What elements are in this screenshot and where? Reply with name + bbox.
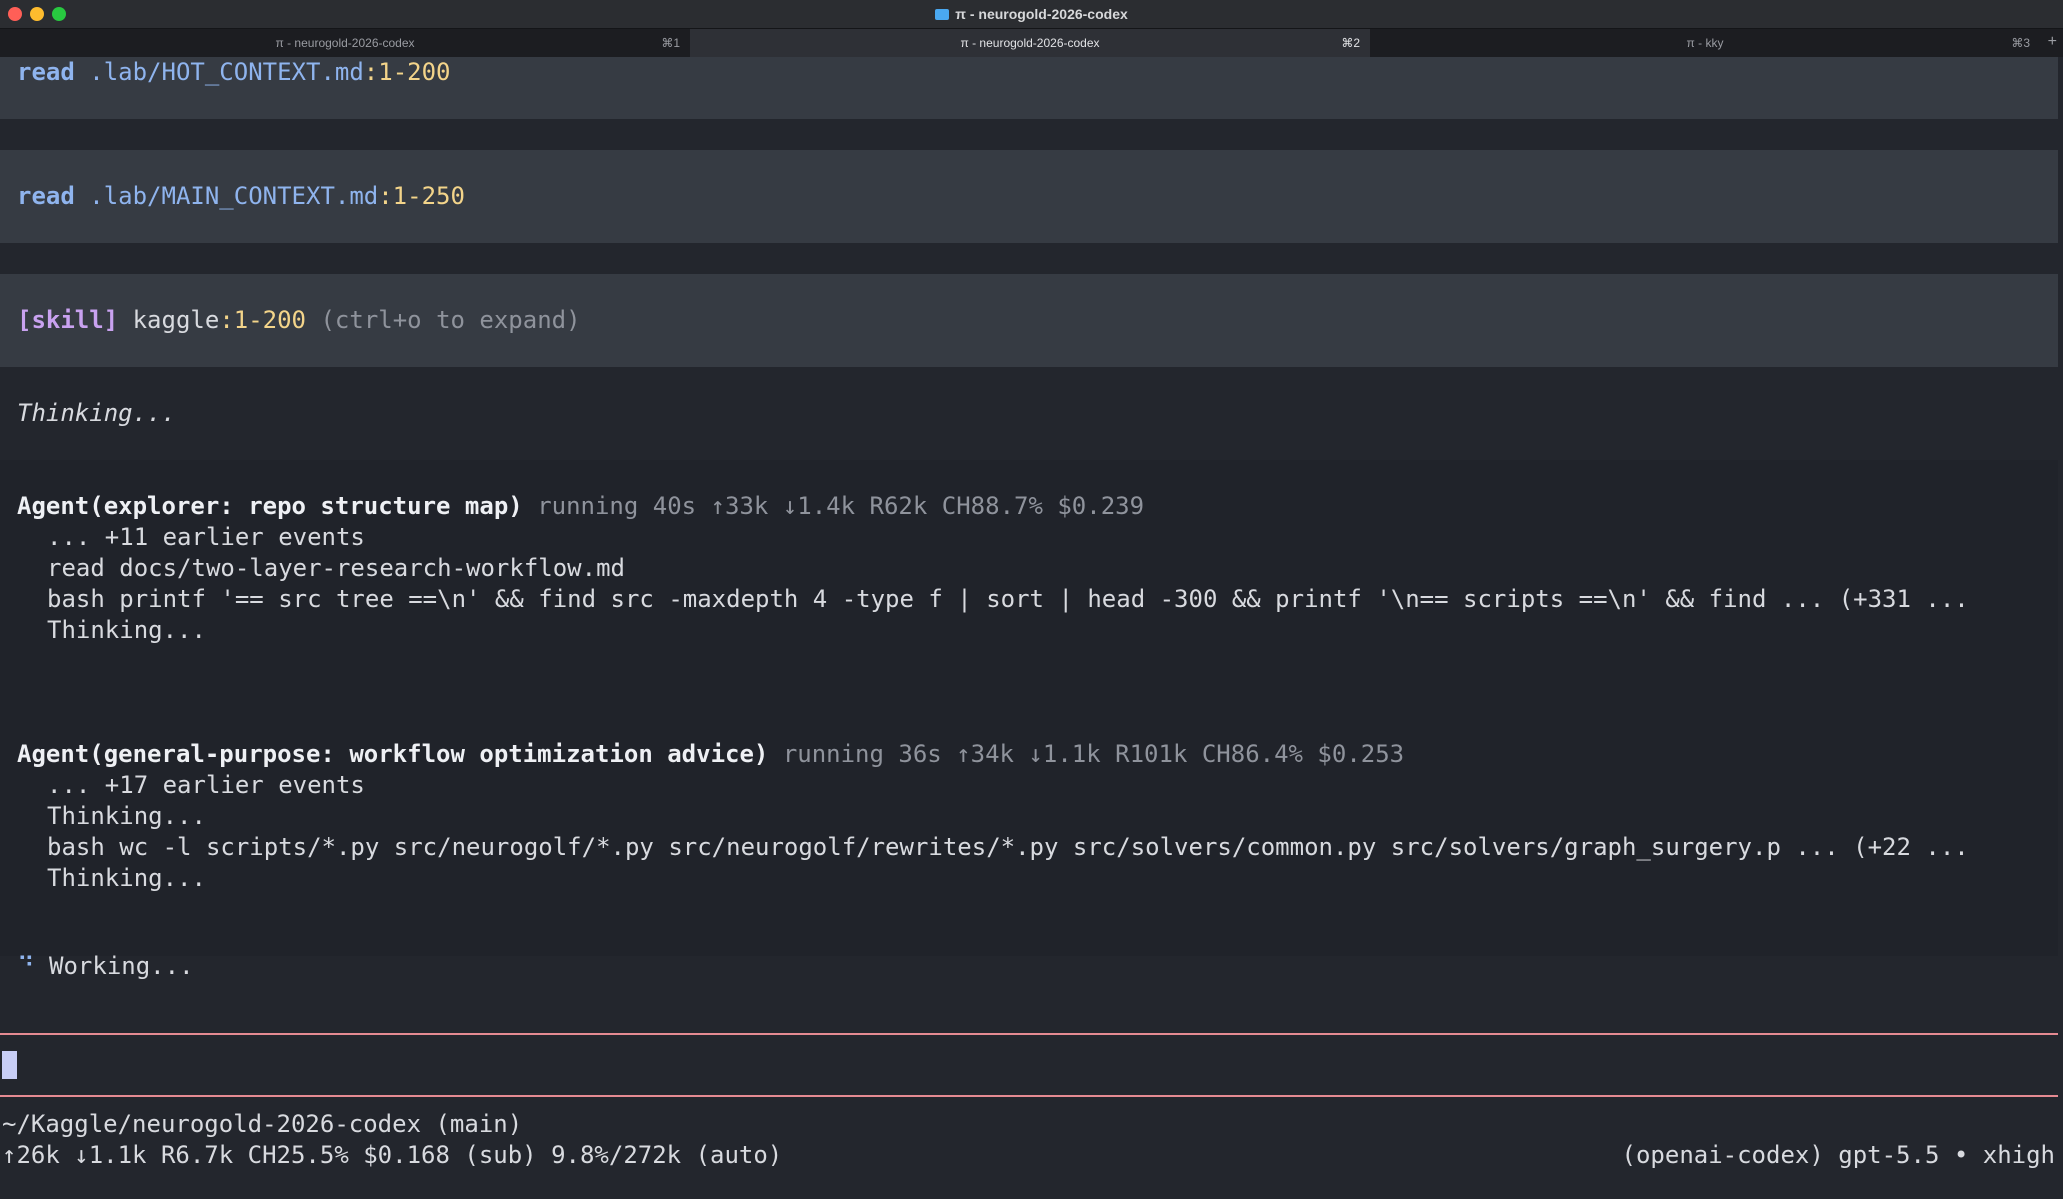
agent-event-line: Thinking... <box>47 802 206 830</box>
agent-title: Agent(general-purpose: workflow optimiza… <box>17 740 769 768</box>
agent-event-line: ... +17 earlier events <box>47 771 365 799</box>
new-tab-button[interactable]: + <box>2048 33 2057 51</box>
agent-event-line: Thinking... <box>47 864 206 892</box>
skill-call-kaggle[interactable]: [skill] kaggle:1-200 (ctrl+o to expand) <box>0 274 2058 367</box>
working-text: Working... <box>49 952 194 980</box>
tool-path: .lab/MAIN_CONTEXT.md <box>89 182 379 210</box>
agent-explorer-block: Agent(explorer: repo structure map) runn… <box>0 460 2058 708</box>
agent-event-line: bash wc -l scripts/*.py src/neurogolf/*.… <box>47 833 1969 861</box>
folder-icon <box>935 9 950 20</box>
skill-range: :1-200 <box>219 306 307 334</box>
thinking-status: Thinking... <box>17 399 176 427</box>
usage-stats: ↑26k ↓1.1k R6.7k CH25.5% $0.168 (sub) 9.… <box>2 1141 783 1169</box>
tool-call-line: read .lab/HOT_CONTEXT.md:1-200 <box>17 57 451 88</box>
expand-hint: (ctrl+o to expand) <box>320 306 581 334</box>
title-bar: π - neurogold-2026-codex <box>0 0 2063 29</box>
tab-3[interactable]: π - kky ⌘3 <box>1370 29 2040 57</box>
agent-general-purpose-block: Agent(general-purpose: workflow optimiza… <box>0 708 2058 956</box>
tool-path: .lab/HOT_CONTEXT.md <box>89 58 364 86</box>
agent-event-line: ... +11 earlier events <box>47 523 365 551</box>
agent-header: Agent(explorer: repo structure map) runn… <box>17 491 1144 522</box>
terminal-window: π - neurogold-2026-codex π - neurogold-2… <box>0 0 2063 1199</box>
tool-range: :1-250 <box>378 182 465 210</box>
tool-verb: read <box>17 182 75 210</box>
text-cursor <box>2 1051 17 1079</box>
window-title: π - neurogold-2026-codex <box>0 6 2063 22</box>
skill-name: kaggle <box>132 306 220 334</box>
tab-2[interactable]: π - neurogold-2026-codex ⌘2 <box>690 29 1370 57</box>
tab-1-shortcut: ⌘1 <box>661 36 680 50</box>
tab-1-label: π - neurogold-2026-codex <box>275 36 415 50</box>
tool-verb: read <box>17 58 75 86</box>
model-indicator: (openai-codex) gpt-5.5 • xhigh <box>1621 1141 2055 1169</box>
tab-bar: π - neurogold-2026-codex ⌘1 π - neurogol… <box>0 29 2063 57</box>
tab-1[interactable]: π - neurogold-2026-codex ⌘1 <box>0 29 690 57</box>
spinner-icon: ⠙ <box>17 952 35 980</box>
cwd-branch: ~/Kaggle/neurogold-2026-codex (main) <box>2 1110 523 1138</box>
agent-stats: running 40s ↑33k ↓1.4k R62k CH88.7% $0.2… <box>537 492 1145 520</box>
skill-tag: [skill] <box>17 306 119 334</box>
tool-call-read-hot-context: read .lab/HOT_CONTEXT.md:1-200 <box>0 57 2058 119</box>
agent-stats: running 36s ↑34k ↓1.1k R101k CH86.4% $0.… <box>782 740 1405 768</box>
tab-3-label: π - kky <box>1686 36 1724 50</box>
tool-range: :1-200 <box>363 58 451 86</box>
prompt-input[interactable] <box>0 1033 2058 1097</box>
tab-3-shortcut: ⌘3 <box>2011 36 2030 50</box>
skill-call-line: [skill] kaggle:1-200 (ctrl+o to expand) <box>17 305 581 336</box>
agent-title: Agent(explorer: repo structure map) <box>17 492 523 520</box>
agent-event-line: read docs/two-layer-research-workflow.md <box>47 554 625 582</box>
window-title-text: π - neurogold-2026-codex <box>955 6 1128 22</box>
agent-header: Agent(general-purpose: workflow optimiza… <box>17 739 1404 770</box>
tab-2-shortcut: ⌘2 <box>1341 36 1360 50</box>
tab-2-label: π - neurogold-2026-codex <box>960 36 1100 50</box>
tool-call-line: read .lab/MAIN_CONTEXT.md:1-250 <box>17 181 465 212</box>
terminal-content: read .lab/HOT_CONTEXT.md:1-200 read .lab… <box>0 57 2063 1199</box>
tool-call-read-main-context: read .lab/MAIN_CONTEXT.md:1-250 <box>0 150 2058 243</box>
agent-event-line: Thinking... <box>47 616 206 644</box>
working-status: ⠙ Working... <box>17 951 194 982</box>
agent-event-line: bash printf '== src tree ==\n' && find s… <box>47 585 1969 613</box>
